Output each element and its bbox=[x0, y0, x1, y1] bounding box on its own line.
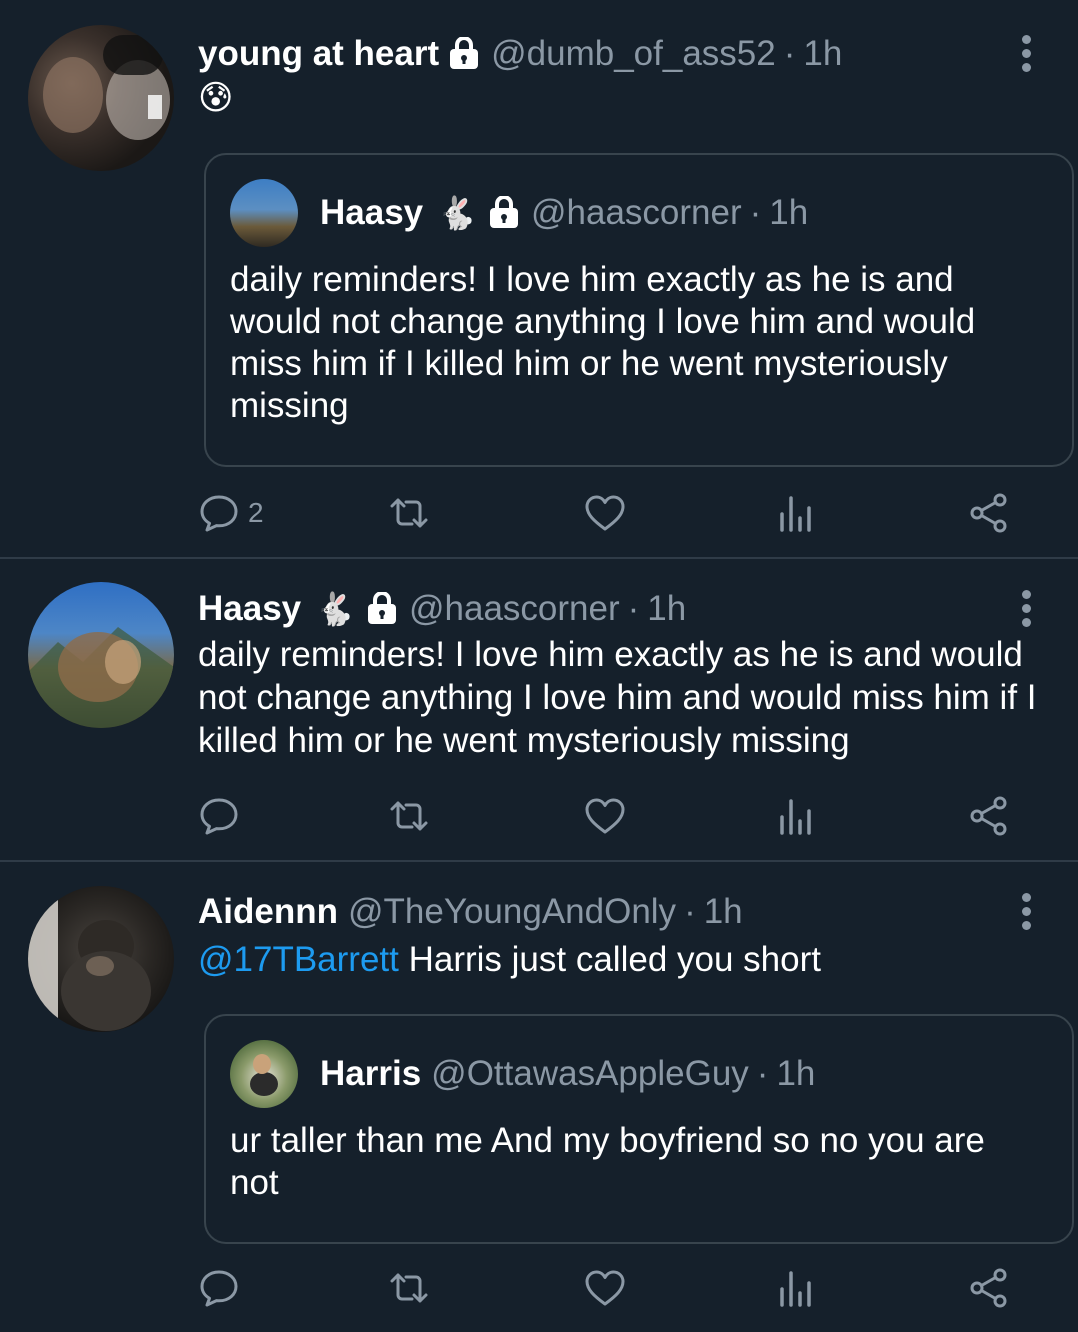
tweet-header: Haasy 🐇 @haascorner · 1h bbox=[198, 587, 686, 631]
quote-avatar[interactable] bbox=[230, 1040, 298, 1108]
share-button[interactable] bbox=[968, 491, 1010, 535]
avatar[interactable] bbox=[28, 25, 174, 171]
separator: · bbox=[684, 892, 696, 931]
timestamp[interactable]: 1h bbox=[704, 892, 743, 932]
retweet-icon bbox=[390, 801, 428, 831]
quote-display-name[interactable]: Harris bbox=[320, 1054, 421, 1094]
quoted-tweet[interactable]: Harris @OttawasAppleGuy · 1h ur taller t… bbox=[204, 1014, 1074, 1244]
quoted-tweet[interactable]: Haasy 🐇 @haascorner · 1h daily reminders… bbox=[204, 153, 1074, 467]
action-bar bbox=[198, 1266, 1018, 1310]
action-bar bbox=[198, 794, 1018, 838]
handle[interactable]: @haascorner bbox=[409, 589, 620, 629]
lock-icon bbox=[450, 37, 479, 69]
share-button[interactable] bbox=[968, 794, 1010, 838]
timestamp[interactable]: 1h bbox=[647, 589, 686, 629]
tweet-header: young at heart @dumb_of_ass52 · 1h bbox=[198, 32, 842, 76]
retweet-icon bbox=[390, 498, 428, 528]
like-button[interactable] bbox=[584, 794, 626, 838]
quote-display-name[interactable]: Haasy bbox=[320, 193, 423, 233]
tweet-2[interactable]: Haasy 🐇 @haascorner · 1h daily reminders… bbox=[0, 559, 1078, 861]
views-button[interactable] bbox=[776, 794, 818, 838]
views-button[interactable] bbox=[776, 1266, 818, 1310]
quote-header: Harris @OttawasAppleGuy · 1h bbox=[320, 1052, 815, 1096]
retweet-button[interactable] bbox=[388, 794, 430, 838]
reply-icon bbox=[200, 798, 238, 835]
separator: · bbox=[756, 1054, 769, 1093]
quote-timestamp[interactable]: 1h bbox=[769, 193, 808, 233]
views-icon bbox=[780, 799, 811, 835]
tweet-text-body: Harris just called you short bbox=[398, 940, 821, 979]
quote-text: ur taller than me And my boyfriend so no… bbox=[230, 1121, 985, 1202]
reply-button[interactable] bbox=[198, 794, 240, 838]
like-button[interactable] bbox=[584, 491, 626, 535]
display-name[interactable]: Aidennn bbox=[198, 892, 338, 932]
quote-text: daily reminders! I love him exactly as h… bbox=[230, 260, 976, 425]
rabbit-emoji: 🐇 bbox=[437, 195, 477, 231]
retweet-button[interactable] bbox=[388, 1266, 430, 1310]
share-icon bbox=[970, 493, 1007, 533]
separator: · bbox=[749, 193, 762, 232]
retweet-button[interactable] bbox=[388, 491, 430, 535]
reply-button[interactable]: 2 bbox=[198, 491, 264, 535]
views-icon bbox=[780, 496, 811, 532]
reply-icon bbox=[200, 1270, 238, 1307]
like-icon bbox=[585, 1270, 625, 1306]
rabbit-emoji: 🐇 bbox=[315, 591, 355, 627]
share-icon bbox=[970, 796, 1007, 836]
like-icon bbox=[585, 798, 625, 834]
tweet-text: @17TBarrett Harris just called you short bbox=[198, 938, 1048, 981]
reply-count: 2 bbox=[248, 497, 264, 528]
tweet-3[interactable]: Aidennn @TheYoungAndOnly · 1h @17TBarret… bbox=[0, 862, 1078, 1332]
action-bar: 2 bbox=[198, 491, 1018, 535]
quote-header: Haasy 🐇 @haascorner · 1h bbox=[320, 191, 808, 235]
share-icon bbox=[970, 1268, 1007, 1308]
lock-icon bbox=[367, 592, 396, 624]
handle[interactable]: @TheYoungAndOnly bbox=[348, 892, 676, 932]
mention-link[interactable]: @17TBarrett bbox=[198, 940, 399, 979]
like-icon bbox=[585, 495, 625, 531]
quote-handle[interactable]: @haascorner bbox=[531, 193, 742, 233]
tweet-1[interactable]: young at heart @dumb_of_ass52 · 1h 😰 Haa… bbox=[0, 0, 1078, 558]
more-icon[interactable] bbox=[1020, 893, 1032, 933]
avatar[interactable] bbox=[28, 886, 174, 1032]
views-button[interactable] bbox=[776, 491, 818, 535]
display-name[interactable]: Haasy bbox=[198, 589, 301, 629]
tweet-header: Aidennn @TheYoungAndOnly · 1h bbox=[198, 890, 743, 934]
timestamp[interactable]: 1h bbox=[803, 34, 842, 74]
lock-icon bbox=[489, 196, 518, 228]
handle[interactable]: @dumb_of_ass52 bbox=[491, 34, 776, 74]
quote-timestamp[interactable]: 1h bbox=[776, 1054, 815, 1094]
views-icon bbox=[780, 1271, 811, 1307]
quote-handle[interactable]: @OttawasAppleGuy bbox=[431, 1054, 749, 1094]
quote-avatar[interactable] bbox=[230, 179, 298, 247]
separator: · bbox=[783, 34, 796, 73]
reply-button[interactable] bbox=[198, 1266, 240, 1310]
more-icon[interactable] bbox=[1020, 590, 1032, 630]
share-button[interactable] bbox=[968, 1266, 1010, 1310]
reply-icon bbox=[200, 495, 238, 532]
more-icon[interactable] bbox=[1020, 35, 1032, 75]
tweet-text: daily reminders! I love him exactly as h… bbox=[198, 635, 1037, 760]
retweet-icon bbox=[390, 1273, 428, 1303]
display-name[interactable]: young at heart bbox=[198, 34, 439, 74]
avatar[interactable] bbox=[28, 582, 174, 728]
like-button[interactable] bbox=[584, 1266, 626, 1310]
separator: · bbox=[627, 589, 640, 628]
tweet-emoji: 😰 bbox=[198, 79, 234, 117]
